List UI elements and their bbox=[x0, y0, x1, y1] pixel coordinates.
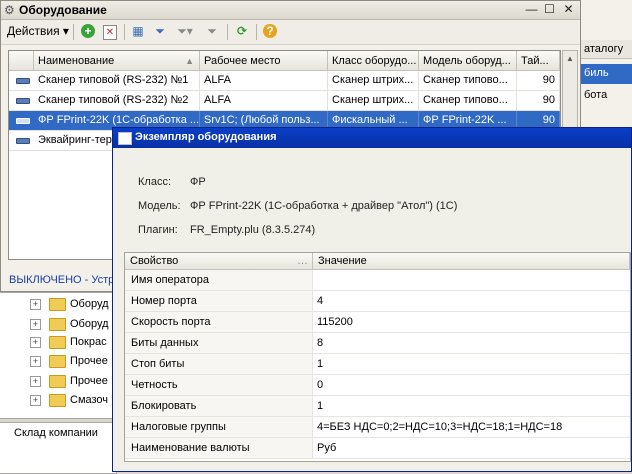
tree-item[interactable]: + Прочее bbox=[30, 372, 108, 390]
property-value[interactable]: 0 bbox=[313, 375, 630, 395]
expand-icon[interactable]: + bbox=[30, 336, 41, 348]
folder-icon bbox=[49, 393, 66, 407]
expand-icon[interactable]: + bbox=[30, 298, 41, 310]
equipment-icon bbox=[16, 98, 30, 104]
toolbar-separator bbox=[73, 24, 74, 40]
toolbar: Действия ▾ + ✕ ▦ ⏷ ⏷▾ ⏷ ⟳ ? bbox=[1, 20, 580, 45]
property-value[interactable]: 4 bbox=[313, 291, 630, 311]
help-button[interactable]: ? bbox=[262, 23, 278, 40]
toolbar-separator bbox=[256, 24, 257, 40]
model-value: ФР FPrint-22K (1С-обработка + драйвер "А… bbox=[190, 200, 458, 212]
scroll-up-icon[interactable]: ▲ bbox=[564, 52, 576, 65]
add-button[interactable]: + bbox=[80, 23, 96, 40]
clear-filter-icon: ⏷ bbox=[207, 24, 217, 38]
column-header-name[interactable]: Наименование ▲ bbox=[34, 51, 200, 71]
add-icon: + bbox=[81, 24, 95, 38]
delete-icon: ✕ bbox=[103, 25, 117, 40]
warehouse-label: Склад компании bbox=[14, 427, 98, 439]
class-value: ФР bbox=[190, 176, 206, 188]
equipment-icon bbox=[16, 138, 30, 144]
property-value[interactable]: 1 bbox=[313, 396, 630, 416]
property-row[interactable]: Блокировать 1 bbox=[125, 396, 630, 417]
property-row[interactable]: Налоговые группы 4=БЕЗ НДС=0;2=НДС=10;3=Н… bbox=[125, 417, 630, 438]
tree-item[interactable]: + Оборуд bbox=[30, 315, 109, 333]
icon-column-header[interactable] bbox=[9, 51, 34, 71]
toolbar-separator bbox=[227, 24, 228, 40]
property-row[interactable]: Номер порта 4 bbox=[125, 291, 630, 312]
filter-history-button[interactable]: ⏷▾ bbox=[174, 23, 196, 40]
dialog-titlebar[interactable]: Экземпляр оборудования bbox=[113, 128, 631, 148]
folder-icon bbox=[49, 335, 66, 349]
class-info: Класс: ФР bbox=[138, 176, 206, 188]
equipment-window-titlebar[interactable]: ⚙ Оборудование — ☐ ✕ bbox=[1, 1, 580, 20]
property-value[interactable]: 1 bbox=[313, 354, 630, 374]
maximize-icon[interactable]: ☐ bbox=[542, 2, 557, 17]
right-panel-selected-item[interactable]: биль bbox=[581, 64, 632, 84]
funnel-history-icon: ⏷▾ bbox=[177, 24, 193, 38]
property-value[interactable] bbox=[313, 270, 630, 290]
expand-icon[interactable]: + bbox=[30, 394, 41, 406]
clear-filter-button[interactable]: ⏷ bbox=[204, 23, 220, 40]
tree-item[interactable]: + Оборуд bbox=[30, 295, 109, 313]
property-row[interactable]: Имя оператора bbox=[125, 270, 630, 291]
folder-icon bbox=[49, 317, 66, 331]
sort-asc-icon: ▲ bbox=[185, 56, 194, 66]
table-row[interactable]: Сканер типовой (RS-232) №1 ALFA Сканер ш… bbox=[9, 71, 560, 91]
folder-icon bbox=[49, 374, 66, 388]
property-value[interactable]: 115200 bbox=[313, 312, 630, 332]
status-text: ВЫКЛЮЧЕНО - Устр bbox=[9, 274, 115, 286]
gear-icon: ⚙ bbox=[4, 3, 15, 17]
property-row[interactable]: Стоп биты 1 bbox=[125, 354, 630, 375]
right-panel-header: аталогу bbox=[581, 40, 632, 59]
category-tree[interactable]: + Оборуд + Оборуд + Покрас + Прочее + Прочее … bbox=[0, 292, 117, 419]
refresh-button[interactable]: ⟳ bbox=[234, 23, 250, 40]
equipment-icon bbox=[16, 118, 30, 124]
property-row[interactable]: Четность 0 bbox=[125, 375, 630, 396]
property-value[interactable]: 4=БЕЗ НДС=0;2=НДС=10;3=НДС=18;1=НДС=18 bbox=[313, 417, 630, 437]
close-icon[interactable]: ✕ bbox=[561, 2, 576, 17]
model-info: Модель: ФР FPrint-22K (1С-обработка + др… bbox=[138, 200, 458, 212]
properties-table[interactable]: Свойство … Значение Имя оператора Номер … bbox=[124, 252, 631, 462]
column-header-property[interactable]: Свойство … bbox=[125, 253, 313, 270]
expand-icon[interactable]: + bbox=[30, 355, 41, 367]
folder-icon bbox=[49, 297, 66, 311]
property-row[interactable]: Наименование валюты Руб bbox=[125, 438, 630, 459]
equipment-icon bbox=[16, 78, 30, 84]
instance-dialog: Экземпляр оборудования Класс: ФР Модель:… bbox=[112, 127, 632, 472]
property-row[interactable]: Биты данных 8 bbox=[125, 333, 630, 354]
window-icon bbox=[118, 132, 132, 145]
expand-icon[interactable]: + bbox=[30, 375, 41, 387]
filter-settings-icon: ▦ bbox=[132, 24, 144, 38]
filter-button[interactable]: ⏷ bbox=[152, 23, 168, 40]
actions-menu-button[interactable]: Действия ▾ bbox=[7, 23, 71, 40]
column-header-class[interactable]: Класс оборудо... bbox=[328, 51, 419, 71]
property-value[interactable]: 8 bbox=[313, 333, 630, 353]
help-icon: ? bbox=[263, 24, 277, 38]
folder-icon bbox=[49, 354, 66, 368]
dialog-title: Экземпляр оборудования bbox=[135, 131, 277, 143]
table-row[interactable]: Сканер типовой (RS-232) №2 ALFA Сканер ш… bbox=[9, 91, 560, 111]
column-menu-icon: … bbox=[297, 255, 308, 267]
property-row[interactable]: Скорость порта 115200 bbox=[125, 312, 630, 333]
column-header-timeout[interactable]: Тай... bbox=[517, 51, 560, 71]
refresh-icon: ⟳ bbox=[236, 24, 248, 38]
minimize-icon[interactable]: — bbox=[524, 2, 539, 17]
filter-settings-button[interactable]: ▦ bbox=[130, 23, 146, 40]
expand-icon[interactable]: + bbox=[30, 318, 41, 330]
column-header-model[interactable]: Модель оборуд... bbox=[419, 51, 517, 71]
funnel-icon: ⏷ bbox=[155, 24, 165, 38]
tree-item[interactable]: + Смазоч bbox=[30, 391, 108, 409]
column-header-workplace[interactable]: Рабочее место bbox=[200, 51, 328, 71]
window-title: Оборудование bbox=[19, 3, 107, 17]
tree-item[interactable]: + Прочее bbox=[30, 352, 108, 370]
right-panel-item[interactable]: бота bbox=[584, 86, 607, 104]
property-value[interactable]: Руб bbox=[313, 438, 630, 458]
plugin-value: FR_Empty.plu (8.3.5.274) bbox=[190, 224, 316, 236]
plugin-info: Плагин: FR_Empty.plu (8.3.5.274) bbox=[138, 224, 316, 236]
warehouse-panel: Склад компании bbox=[0, 422, 117, 474]
delete-button[interactable]: ✕ bbox=[102, 23, 118, 40]
tree-item[interactable]: + Покрас bbox=[30, 333, 107, 351]
column-header-value[interactable]: Значение bbox=[313, 253, 630, 270]
toolbar-separator bbox=[124, 24, 125, 40]
